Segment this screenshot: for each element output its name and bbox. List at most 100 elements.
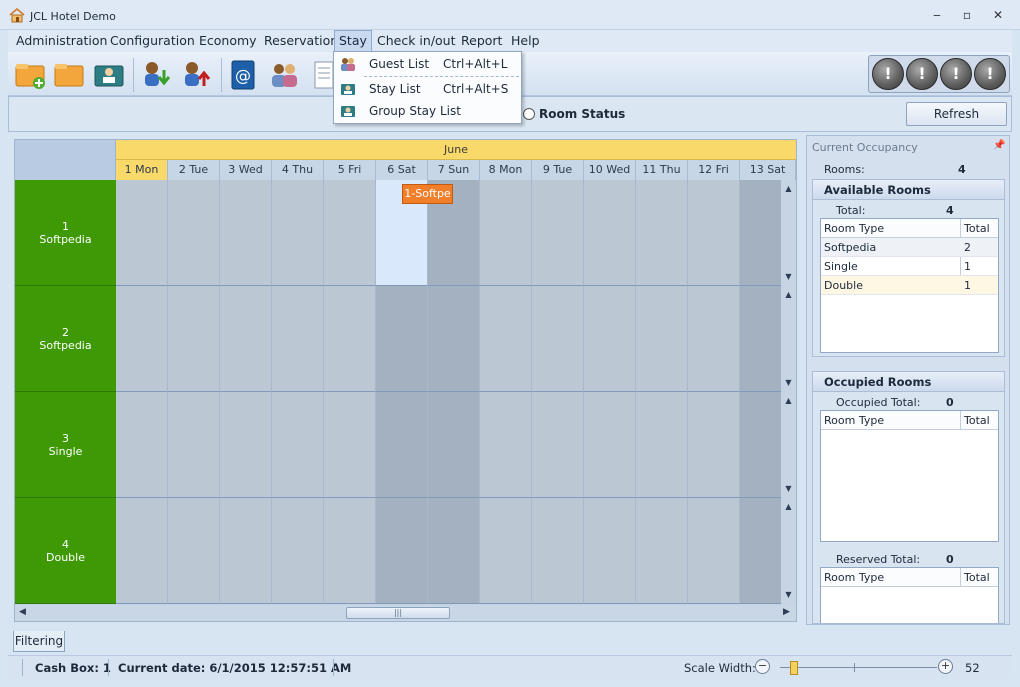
calendar-cell[interactable]	[532, 498, 584, 604]
column-total[interactable]: Total	[961, 411, 990, 430]
row-scroll-down-icon[interactable]: ▼	[781, 484, 796, 493]
calendar-cell[interactable]	[324, 180, 376, 286]
calendar-cell[interactable]	[220, 392, 272, 498]
calendar-cell[interactable]	[220, 286, 272, 392]
calendar-cell[interactable]	[480, 286, 532, 392]
scroll-first-icon[interactable]: ⤒	[796, 503, 797, 513]
calendar-cell[interactable]	[688, 180, 740, 286]
day-header[interactable]: 13 Sat	[740, 160, 796, 180]
folder-icon[interactable]	[52, 58, 86, 92]
calendar-cell[interactable]	[220, 498, 272, 604]
calendar-cell[interactable]	[168, 498, 220, 604]
room-header[interactable]: 3 Single	[15, 392, 116, 498]
row-scrollbar[interactable]: ▲ ▼	[781, 392, 796, 498]
row-scrollbar[interactable]: ▲ ▼	[781, 498, 796, 604]
maximize-button[interactable]: ▫	[952, 5, 982, 25]
row-scroll-down-icon[interactable]: ▼	[781, 590, 796, 599]
calendar-cell[interactable]	[116, 286, 168, 392]
calendar-cell[interactable]	[428, 392, 480, 498]
calendar-cell[interactable]	[324, 286, 376, 392]
calendar-cell[interactable]	[324, 498, 376, 604]
alert-indicator-icon[interactable]: !	[940, 58, 972, 90]
calendar-cell[interactable]	[168, 286, 220, 392]
calendar-cell[interactable]	[272, 392, 324, 498]
scroll-down-icon[interactable]: ▼	[796, 571, 797, 580]
room-status-radio[interactable]	[523, 108, 535, 120]
alert-indicator-icon[interactable]: !	[974, 58, 1006, 90]
calendar-cell[interactable]	[168, 180, 220, 286]
scroll-prev-icon[interactable]: ⬆	[796, 537, 797, 546]
calendar-cell[interactable]	[636, 392, 688, 498]
menu-stay[interactable]: Stay	[334, 30, 372, 52]
menu-item-group-stay-list[interactable]: Group Stay List	[334, 100, 521, 122]
refresh-button[interactable]: Refresh	[906, 102, 1007, 126]
menu-administration[interactable]: Administration	[12, 30, 111, 52]
menu-configuration[interactable]: Configuration	[106, 30, 199, 52]
column-total[interactable]: Total	[961, 219, 990, 238]
day-header[interactable]: 8 Mon	[480, 160, 532, 180]
table-row[interactable]: Double 1	[821, 276, 998, 295]
booking-block[interactable]: 1-Softpe	[402, 184, 453, 204]
calendar-cell[interactable]	[636, 286, 688, 392]
day-header[interactable]: 7 Sun	[428, 160, 480, 180]
calendar-cell[interactable]	[272, 498, 324, 604]
calendar-cell[interactable]	[428, 286, 480, 392]
calendar-cell[interactable]	[116, 180, 168, 286]
check-in-icon[interactable]	[139, 58, 173, 92]
calendar-cell[interactable]	[532, 286, 584, 392]
calendar-cell[interactable]	[688, 392, 740, 498]
calendar-cell[interactable]	[532, 392, 584, 498]
calendar-cell[interactable]	[688, 286, 740, 392]
row-scroll-up-icon[interactable]: ▲	[781, 184, 796, 193]
day-header[interactable]: 6 Sat	[376, 160, 428, 180]
room-header[interactable]: 4 Double	[15, 498, 116, 604]
row-scroll-up-icon[interactable]: ▲	[781, 290, 796, 299]
room-header[interactable]: 1 Softpedia	[15, 180, 116, 286]
new-folder-icon[interactable]	[13, 58, 47, 92]
day-header[interactable]: 3 Wed	[220, 160, 272, 180]
row-scroll-down-icon[interactable]: ▼	[781, 272, 796, 281]
guests-icon[interactable]	[267, 58, 301, 92]
calendar-cell[interactable]	[168, 392, 220, 498]
calendar-cell[interactable]	[272, 286, 324, 392]
day-header[interactable]: 2 Tue	[168, 160, 220, 180]
calendar-cell[interactable]	[584, 286, 636, 392]
horizontal-scrollbar[interactable]: ◀ ||| ▶	[15, 605, 796, 621]
scale-slider-track[interactable]	[780, 667, 937, 668]
room-header[interactable]: 2 Softpedia	[15, 286, 116, 392]
calendar-cell[interactable]	[116, 392, 168, 498]
email-icon[interactable]: @	[227, 58, 261, 92]
scroll-left-icon[interactable]: ◀	[19, 607, 26, 617]
row-scrollbar[interactable]: ▲ ▼	[781, 180, 796, 286]
column-room-type[interactable]: Room Type	[821, 411, 884, 430]
column-total[interactable]: Total	[961, 568, 990, 587]
calendar-cell[interactable]	[636, 180, 688, 286]
column-room-type[interactable]: Room Type	[821, 568, 884, 587]
zoom-in-icon[interactable]: +	[938, 659, 953, 674]
calendar-cell[interactable]	[636, 498, 688, 604]
row-scrollbar[interactable]: ▲ ▼	[781, 286, 796, 392]
menu-reservation[interactable]: Reservation	[260, 30, 342, 52]
day-header[interactable]: 5 Fri	[324, 160, 376, 180]
horizontal-scroll-thumb[interactable]: |||	[346, 607, 450, 619]
day-header[interactable]: 11 Thu	[636, 160, 688, 180]
row-scroll-up-icon[interactable]: ▲	[781, 396, 796, 405]
menu-item-stay-list[interactable]: Stay List Ctrl+Alt+S	[334, 78, 521, 100]
calendar-cell[interactable]	[480, 498, 532, 604]
row-scroll-down-icon[interactable]: ▼	[781, 378, 796, 387]
menu-economy[interactable]: Economy	[195, 30, 261, 52]
calendar-cell[interactable]	[480, 392, 532, 498]
zoom-out-icon[interactable]: −	[755, 659, 770, 674]
menu-help[interactable]: Help	[507, 30, 544, 52]
calendar-cell[interactable]	[584, 498, 636, 604]
scroll-last-icon[interactable]: ⤓	[796, 588, 797, 598]
reception-icon[interactable]	[92, 58, 126, 92]
scale-slider-thumb[interactable]	[790, 661, 798, 675]
day-header[interactable]: 4 Thu	[272, 160, 324, 180]
calendar-cell[interactable]	[376, 392, 428, 498]
table-row[interactable]: Single 1	[821, 257, 998, 276]
calendar-cell[interactable]	[428, 498, 480, 604]
row-scroll-up-icon[interactable]: ▲	[781, 502, 796, 511]
alert-indicator-icon[interactable]: !	[872, 58, 904, 90]
calendar-cell[interactable]	[688, 498, 740, 604]
